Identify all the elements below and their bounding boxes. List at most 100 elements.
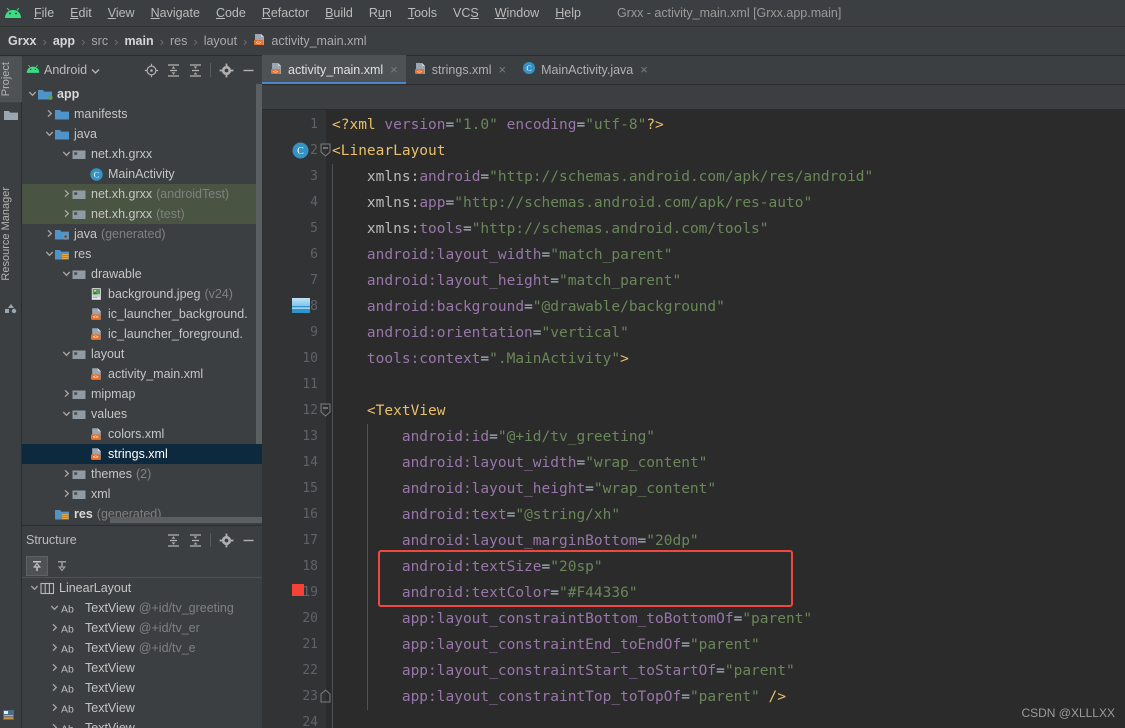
project-tree-item[interactable]: <> strings.xml <box>22 444 262 464</box>
project-tree-item[interactable]: xml <box>22 484 262 504</box>
structure-tree-item[interactable]: LinearLayout <box>22 578 262 598</box>
breadcrumb-item-res[interactable]: res <box>170 34 187 48</box>
project-tree-item[interactable]: <> ic_launcher_foreground. <box>22 324 262 344</box>
expand-all-icon[interactable] <box>163 60 183 80</box>
chevron-right-icon[interactable] <box>60 389 72 400</box>
project-tree-item[interactable]: themes (2) <box>22 464 262 484</box>
code-line[interactable]: android:background="@drawable/background… <box>332 294 725 320</box>
chevron-right-icon[interactable] <box>48 623 60 634</box>
code-line[interactable]: android:orientation="vertical" <box>332 320 629 346</box>
chevron-right-icon[interactable] <box>60 489 72 500</box>
color-swatch-icon[interactable] <box>292 584 304 600</box>
project-tree-item[interactable]: background.jpeg (v24) <box>22 284 262 304</box>
hide-icon[interactable] <box>238 60 258 80</box>
project-tree-item[interactable]: java <box>22 124 262 144</box>
chevron-down-icon[interactable] <box>28 583 40 594</box>
chevron-down-icon[interactable] <box>60 349 72 360</box>
structure-tree-item[interactable]: Ab TextView @+id/tv_greeting <box>22 598 262 618</box>
breadcrumb-item-main[interactable]: main <box>124 34 153 48</box>
sidebar-item-resource-manager[interactable]: Resource Manager <box>0 181 22 287</box>
project-tree-item[interactable]: layout <box>22 344 262 364</box>
sort-up-icon[interactable] <box>26 555 48 576</box>
project-view-selector[interactable]: Android <box>26 63 100 77</box>
menu-view[interactable]: View <box>100 0 143 27</box>
code-line[interactable]: android:layout_height="match_parent" <box>332 268 681 294</box>
chevron-right-icon[interactable] <box>48 703 60 714</box>
collapse-all-icon[interactable] <box>185 60 205 80</box>
project-tree-item[interactable]: drawable <box>22 264 262 284</box>
chevron-down-icon[interactable] <box>60 409 72 420</box>
structure-tree-item[interactable]: Ab TextView <box>22 678 262 698</box>
menu-window[interactable]: Window <box>487 0 547 27</box>
code-line[interactable]: android:layout_width="match_parent" <box>332 242 673 268</box>
code-line[interactable]: xmlns:app="http://schemas.android.com/ap… <box>332 190 812 216</box>
code-line[interactable]: android:layout_height="wrap_content" <box>332 476 716 502</box>
project-tree-item[interactable]: C MainActivity <box>22 164 262 184</box>
chevron-down-icon[interactable] <box>43 249 55 260</box>
project-tree[interactable]: app manifests java net.xh.grxx C MainActivity… <box>22 84 262 523</box>
project-tree-item[interactable]: manifests <box>22 104 262 124</box>
chevron-right-icon[interactable] <box>43 109 55 120</box>
code-line[interactable]: app:layout_constraintEnd_toEndOf="parent… <box>332 632 760 658</box>
code-line[interactable]: <TextView <box>332 398 446 424</box>
sidebar-item-project[interactable]: Project <box>0 56 22 103</box>
structure-tree-item[interactable]: Ab TextView <box>22 718 262 728</box>
menu-refactor[interactable]: Refactor <box>254 0 317 27</box>
code-line[interactable]: <LinearLayout <box>332 138 446 164</box>
chevron-down-icon[interactable] <box>60 149 72 160</box>
project-tree-item[interactable]: net.xh.grxx <box>22 144 262 164</box>
chevron-right-icon[interactable] <box>48 663 60 674</box>
chevron-right-icon[interactable] <box>48 683 60 694</box>
code-line[interactable]: xmlns:android="http://schemas.android.co… <box>332 164 873 190</box>
project-tree-hscrollbar[interactable] <box>110 517 262 523</box>
menu-edit[interactable]: Edit <box>62 0 100 27</box>
structure-tree-item[interactable]: Ab TextView <box>22 658 262 678</box>
code-line[interactable]: android:text="@string/xh" <box>332 502 620 528</box>
breadcrumb-item-src[interactable]: src <box>91 34 108 48</box>
menu-code[interactable]: Code <box>208 0 254 27</box>
close-icon[interactable]: × <box>499 62 507 77</box>
close-icon[interactable]: × <box>390 62 398 77</box>
code-line[interactable]: <?xml version="1.0" encoding="utf-8"?> <box>332 112 664 138</box>
menu-build[interactable]: Build <box>317 0 361 27</box>
chevron-down-icon[interactable] <box>60 269 72 280</box>
project-tree-item[interactable]: <> activity_main.xml <box>22 364 262 384</box>
project-tree-item[interactable]: net.xh.grxx (androidTest) <box>22 184 262 204</box>
code-line[interactable]: android:textColor="#F44336" <box>332 580 638 606</box>
chevron-right-icon[interactable] <box>48 643 60 654</box>
project-tree-item[interactable]: mipmap <box>22 384 262 404</box>
expand-all-icon[interactable] <box>163 530 183 550</box>
menu-file[interactable]: File <box>26 0 62 27</box>
collapse-all-icon[interactable] <box>185 530 205 550</box>
structure-tree[interactable]: LinearLayout Ab TextView @+id/tv_greeting Ab… <box>22 578 262 728</box>
class-marker-icon[interactable]: C <box>292 142 309 163</box>
tab-activity-main-xml[interactable]: <> activity_main.xml × <box>262 55 406 84</box>
project-tree-item[interactable]: <> colors.xml <box>22 424 262 444</box>
breadcrumb-item-app[interactable]: app <box>53 34 75 48</box>
chevron-right-icon[interactable] <box>60 189 72 200</box>
project-tree-item[interactable]: net.xh.grxx (test) <box>22 204 262 224</box>
breadcrumb-item-grxx[interactable]: Grxx <box>8 34 37 48</box>
close-icon[interactable]: × <box>640 62 648 77</box>
project-tree-item[interactable]: res <box>22 244 262 264</box>
editor-code-area[interactable]: 1 2 3 4 5 6 7 8 9 10 11 12 13 14 15 16 17 18 19 20 21 22 23 24 C… <box>262 110 1125 728</box>
sort-down-icon[interactable] <box>51 556 73 576</box>
code-line[interactable]: app:layout_constraintBottom_toBottomOf="… <box>332 606 812 632</box>
gear-icon[interactable] <box>216 60 236 80</box>
chevron-right-icon[interactable] <box>43 229 55 240</box>
tab-mainactivity-java[interactable]: C MainActivity.java × <box>514 55 656 84</box>
chevron-down-icon[interactable] <box>48 603 60 614</box>
structure-tree-item[interactable]: Ab TextView @+id/tv_e <box>22 638 262 658</box>
menu-navigate[interactable]: Navigate <box>143 0 208 27</box>
code-line[interactable]: android:layout_width="wrap_content" <box>332 450 708 476</box>
chevron-down-icon[interactable] <box>26 89 38 100</box>
project-tree-item[interactable]: app <box>22 84 262 104</box>
code-line[interactable]: tools:context=".MainActivity"> <box>332 346 629 372</box>
chevron-right-icon[interactable] <box>48 723 60 728</box>
structure-tree-item[interactable]: Ab TextView @+id/tv_er <box>22 618 262 638</box>
project-tree-item[interactable]: <> ic_launcher_background. <box>22 304 262 324</box>
locate-icon[interactable] <box>141 60 161 80</box>
menu-vcs[interactable]: VCS <box>445 0 487 27</box>
code-editor[interactable]: 1 2 3 4 5 6 7 8 9 10 11 12 13 14 15 16 17 18 19 20 21 22 23 24 C… <box>262 85 1125 728</box>
project-tree-item[interactable]: java (generated) <box>22 224 262 244</box>
